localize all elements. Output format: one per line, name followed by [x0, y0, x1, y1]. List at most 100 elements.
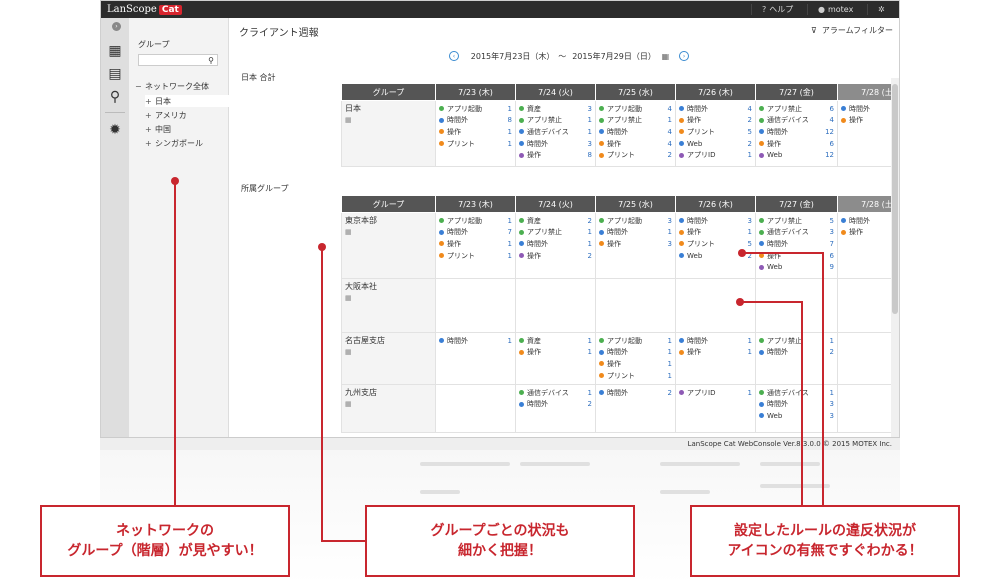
gear-icon[interactable]: ✹ — [107, 122, 123, 138]
day-header[interactable]: 7/25 (水) — [595, 195, 676, 213]
calendar-icon[interactable]: ▦ — [662, 52, 670, 61]
vertical-scrollbar[interactable] — [891, 78, 899, 438]
report-icon[interactable]: ▤ — [107, 66, 123, 82]
event-item[interactable]: アプリ起動 1 — [439, 103, 512, 115]
alarm-filter-button[interactable]: ⊽ アラームフィルター — [811, 25, 893, 36]
event-item[interactable]: プリント 2 — [599, 149, 672, 161]
event-count[interactable]: 1 — [588, 228, 592, 236]
group-cell[interactable]: 東京本部 ▦ — [341, 212, 436, 279]
event-item[interactable]: 時間外 7 — [759, 238, 834, 250]
event-count[interactable]: 1 — [588, 348, 592, 356]
tree-toggle-icon[interactable]: − — [135, 82, 145, 91]
calendar-icon[interactable]: ▦ — [345, 116, 432, 124]
prev-week-button[interactable]: ‹ — [449, 51, 459, 61]
tree-item[interactable]: + シンガポール — [145, 137, 229, 149]
event-item[interactable]: 操作 1 — [599, 358, 672, 370]
event-item[interactable]: アプリ禁止 6 — [759, 103, 834, 115]
event-count[interactable]: 1 — [508, 252, 512, 260]
tree-item[interactable]: + 中国 — [145, 123, 229, 135]
event-item[interactable]: プリント 1 — [599, 370, 672, 382]
event-count[interactable]: 1 — [508, 337, 512, 345]
event-count[interactable]: 5 — [748, 128, 752, 136]
event-item[interactable]: 時間外 4 — [679, 103, 752, 115]
event-count[interactable]: 8 — [508, 116, 512, 124]
event-item[interactable]: 時間外 2 — [519, 399, 592, 411]
event-item[interactable]: 操作 1 — [439, 126, 512, 138]
day-header[interactable]: 7/24 (火) — [515, 195, 596, 213]
event-count[interactable]: 1 — [668, 360, 672, 368]
event-item[interactable]: 通信デバイス 1 — [519, 126, 592, 138]
event-item[interactable]: 操作 1 — [519, 347, 592, 359]
calendar-icon[interactable]: ▦ — [345, 400, 432, 408]
event-item[interactable]: 時間外 1 — [599, 227, 672, 239]
event-count[interactable]: 1 — [588, 116, 592, 124]
event-count[interactable]: 1 — [748, 348, 752, 356]
event-item[interactable]: 時間外 7 — [439, 227, 512, 239]
event-count[interactable]: 1 — [588, 337, 592, 345]
event-count[interactable]: 2 — [748, 116, 752, 124]
event-count[interactable]: 1 — [588, 240, 592, 248]
event-count[interactable]: 2 — [668, 389, 672, 397]
event-count[interactable]: 2 — [588, 400, 592, 408]
event-item[interactable]: 時間外 1 — [519, 238, 592, 250]
event-count[interactable]: 1 — [830, 337, 834, 345]
event-item[interactable]: Web 2 — [679, 138, 752, 150]
group-search-input[interactable]: ⚲ — [138, 54, 218, 66]
help-link[interactable]: ? ヘルプ — [751, 4, 803, 15]
event-item[interactable]: アプリID 1 — [679, 387, 752, 399]
scrollbar-thumb[interactable] — [892, 84, 898, 314]
settings-button[interactable]: ✲ — [867, 4, 898, 15]
user-menu[interactable]: ● motex — [807, 4, 863, 15]
event-count[interactable]: 7 — [830, 240, 834, 248]
day-header[interactable]: 7/24 (火) — [515, 83, 596, 101]
event-item[interactable]: プリント 1 — [439, 250, 512, 262]
event-item[interactable]: 操作 6 — [759, 138, 834, 150]
event-item[interactable]: 資産 2 — [519, 215, 592, 227]
event-count[interactable]: 3 — [668, 240, 672, 248]
day-header[interactable]: 7/25 (水) — [595, 83, 676, 101]
event-count[interactable]: 12 — [825, 151, 834, 159]
event-count[interactable]: 1 — [668, 228, 672, 236]
event-count[interactable]: 9 — [830, 263, 834, 271]
event-item[interactable]: アプリ起動 1 — [439, 215, 512, 227]
tree-toggle-icon[interactable]: + — [145, 97, 155, 106]
group-cell[interactable]: 大阪本社 ▦ — [341, 278, 436, 333]
event-count[interactable]: 4 — [830, 116, 834, 124]
event-count[interactable]: 1 — [588, 128, 592, 136]
search-icon[interactable]: ⚲ — [208, 56, 214, 65]
event-item[interactable]: 時間外 1 — [439, 335, 512, 347]
event-item[interactable]: 操作 2 — [519, 250, 592, 262]
event-item[interactable]: 時間外 1 — [599, 347, 672, 359]
event-count[interactable]: 2 — [748, 140, 752, 148]
event-item[interactable]: アプリ起動 4 — [599, 103, 672, 115]
event-count[interactable]: 1 — [748, 151, 752, 159]
event-item[interactable]: 時間外 3 — [519, 138, 592, 150]
next-week-button[interactable]: › — [679, 51, 689, 61]
event-count[interactable]: 5 — [748, 240, 752, 248]
event-count[interactable]: 3 — [748, 217, 752, 225]
event-item[interactable]: 操作 4 — [599, 138, 672, 150]
calendar-icon[interactable]: ▦ — [345, 348, 432, 356]
event-count[interactable]: 1 — [668, 337, 672, 345]
event-count[interactable]: 4 — [668, 140, 672, 148]
event-count[interactable]: 2 — [668, 151, 672, 159]
event-count[interactable]: 1 — [668, 372, 672, 380]
event-count[interactable]: 3 — [668, 217, 672, 225]
event-count[interactable]: 1 — [748, 389, 752, 397]
event-item[interactable]: 通信デバイス 1 — [519, 387, 592, 399]
event-count[interactable]: 2 — [830, 348, 834, 356]
event-item[interactable]: 操作 1 — [679, 227, 752, 239]
event-count[interactable]: 1 — [508, 217, 512, 225]
day-header[interactable]: 7/27 (金) — [755, 195, 838, 213]
event-item[interactable]: 操作 2 — [679, 115, 752, 127]
collapse-icon[interactable]: › — [112, 22, 121, 31]
event-item[interactable]: 操作 3 — [599, 238, 672, 250]
event-item[interactable]: アプリ禁止 1 — [599, 115, 672, 127]
event-item[interactable]: アプリ禁止 1 — [519, 115, 592, 127]
tree-toggle-icon[interactable]: + — [145, 139, 155, 148]
event-item[interactable]: 操作 8 — [519, 149, 592, 161]
event-count[interactable]: 1 — [668, 116, 672, 124]
event-count[interactable]: 3 — [830, 400, 834, 408]
event-item[interactable]: 時間外 3 — [679, 215, 752, 227]
event-count[interactable]: 1 — [508, 140, 512, 148]
